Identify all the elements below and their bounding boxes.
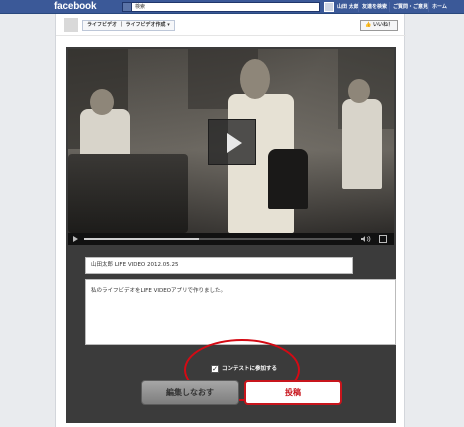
play-icon: [227, 133, 242, 153]
person-head: [348, 79, 370, 103]
facebook-logo[interactable]: facebook: [54, 1, 97, 12]
help-link[interactable]: ご質問・ご意見: [393, 3, 428, 10]
edit-again-button[interactable]: 編集しなおす: [141, 380, 239, 405]
avatar[interactable]: [324, 2, 334, 12]
nav-divider: [358, 2, 359, 12]
search-icon[interactable]: [122, 2, 132, 12]
person-head: [240, 59, 270, 99]
video-description-field[interactable]: 私のライフビデオをLIFE VIDEOアプリで作りました。: [85, 279, 396, 345]
app-breadcrumb-dropdown[interactable]: ライフビデオ ｜ ライフビデオ作成 ▾: [82, 20, 175, 31]
fullscreen-icon[interactable]: [379, 235, 387, 243]
post-button[interactable]: 投稿: [244, 380, 342, 405]
video-title-field[interactable]: 山田太郎 LIFE VIDEO 2012.05.25: [85, 257, 353, 274]
person-figure: [268, 149, 308, 209]
home-link[interactable]: ホーム: [432, 3, 447, 10]
app-header: ライフビデオ ｜ ライフビデオ作成 ▾ 👍 いいね！: [56, 14, 406, 36]
app-icon[interactable]: [64, 18, 78, 32]
like-button[interactable]: 👍 いいね！: [360, 20, 398, 31]
video-controls: [68, 233, 394, 245]
profile-link[interactable]: 山田 太郎: [337, 3, 359, 10]
find-friends-link[interactable]: 友達を検索: [362, 3, 387, 10]
video-player[interactable]: [68, 49, 394, 233]
progress-bar[interactable]: [84, 238, 352, 240]
app-panel: ライフビデオ ｜ ライフビデオ作成 ▾ 👍 いいね！ 山田太郎 LIFE VID…: [55, 14, 406, 427]
person-head: [90, 89, 114, 115]
search-input[interactable]: 検索: [122, 2, 320, 12]
nav-divider: [428, 2, 429, 12]
person-figure: [342, 99, 382, 189]
typewriter-machine: [68, 154, 188, 233]
play-icon[interactable]: [73, 236, 78, 242]
volume-icon[interactable]: [361, 236, 371, 242]
play-button[interactable]: [208, 119, 256, 165]
facebook-topbar: facebook 検索 山田 太郎 友達を検索 ご質問・ご意見 ホーム: [0, 0, 464, 14]
nav-divider: [389, 2, 390, 12]
progress-fill: [84, 238, 200, 240]
video-editor: 山田太郎 LIFE VIDEO 2012.05.25 私のライフビデオをLIFE…: [66, 47, 396, 423]
